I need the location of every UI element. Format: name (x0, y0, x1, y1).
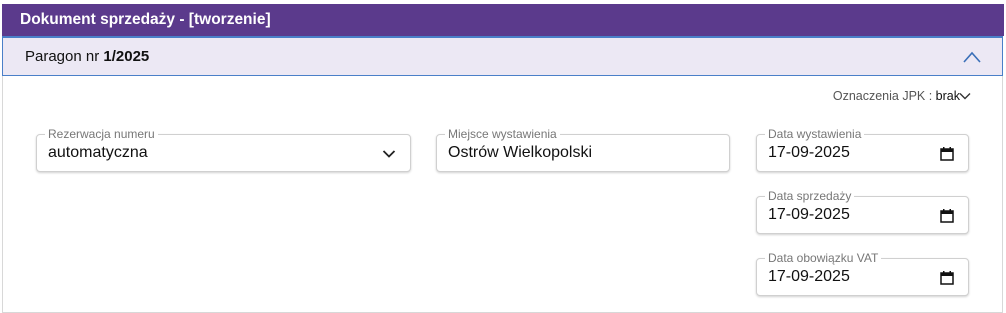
sale-date-label: Data sprzedaży (765, 189, 855, 203)
vat-date-label: Data obowiązku VAT (765, 251, 882, 265)
reservation-value: automatyczna (48, 144, 148, 161)
place-input[interactable]: Miejsce wystawienia Ostrów Wielkopolski (436, 127, 730, 172)
reservation-select[interactable]: Rezerwacja numeru automatyczna (36, 127, 411, 172)
sale-date-value: 17-09-2025 (768, 206, 850, 223)
sale-date-input[interactable]: Data sprzedaży 17-09-2025 (756, 189, 969, 234)
receipt-number: 1/2025 (103, 48, 150, 65)
chevron-down-icon[interactable] (382, 149, 396, 159)
place-label: Miejsce wystawienia (445, 127, 560, 141)
chevron-down-icon[interactable] (959, 92, 971, 100)
window-title: Dokument sprzedaży - [tworzenie] (2, 4, 1004, 36)
jpk-markings-toggle[interactable]: Oznaczenia JPK : brak (833, 89, 960, 103)
jpk-value: brak (935, 89, 960, 103)
calendar-icon[interactable] (940, 147, 954, 161)
issue-date-input[interactable]: Data wystawienia 17-09-2025 (756, 127, 969, 172)
chevron-up-icon[interactable] (962, 50, 982, 64)
reservation-label: Rezerwacja numeru (45, 127, 158, 141)
calendar-icon[interactable] (940, 271, 954, 285)
vat-date-input[interactable]: Data obowiązku VAT 17-09-2025 (756, 251, 969, 296)
section-header[interactable]: Paragon nr 1/2025 (2, 36, 1003, 76)
place-value: Ostrów Wielkopolski (448, 144, 593, 161)
issue-date-label: Data wystawienia (765, 127, 865, 141)
section-title: Paragon nr 1/2025 (25, 48, 150, 65)
calendar-icon[interactable] (940, 209, 954, 223)
vat-date-value: 17-09-2025 (768, 268, 850, 285)
issue-date-value: 17-09-2025 (768, 144, 850, 161)
